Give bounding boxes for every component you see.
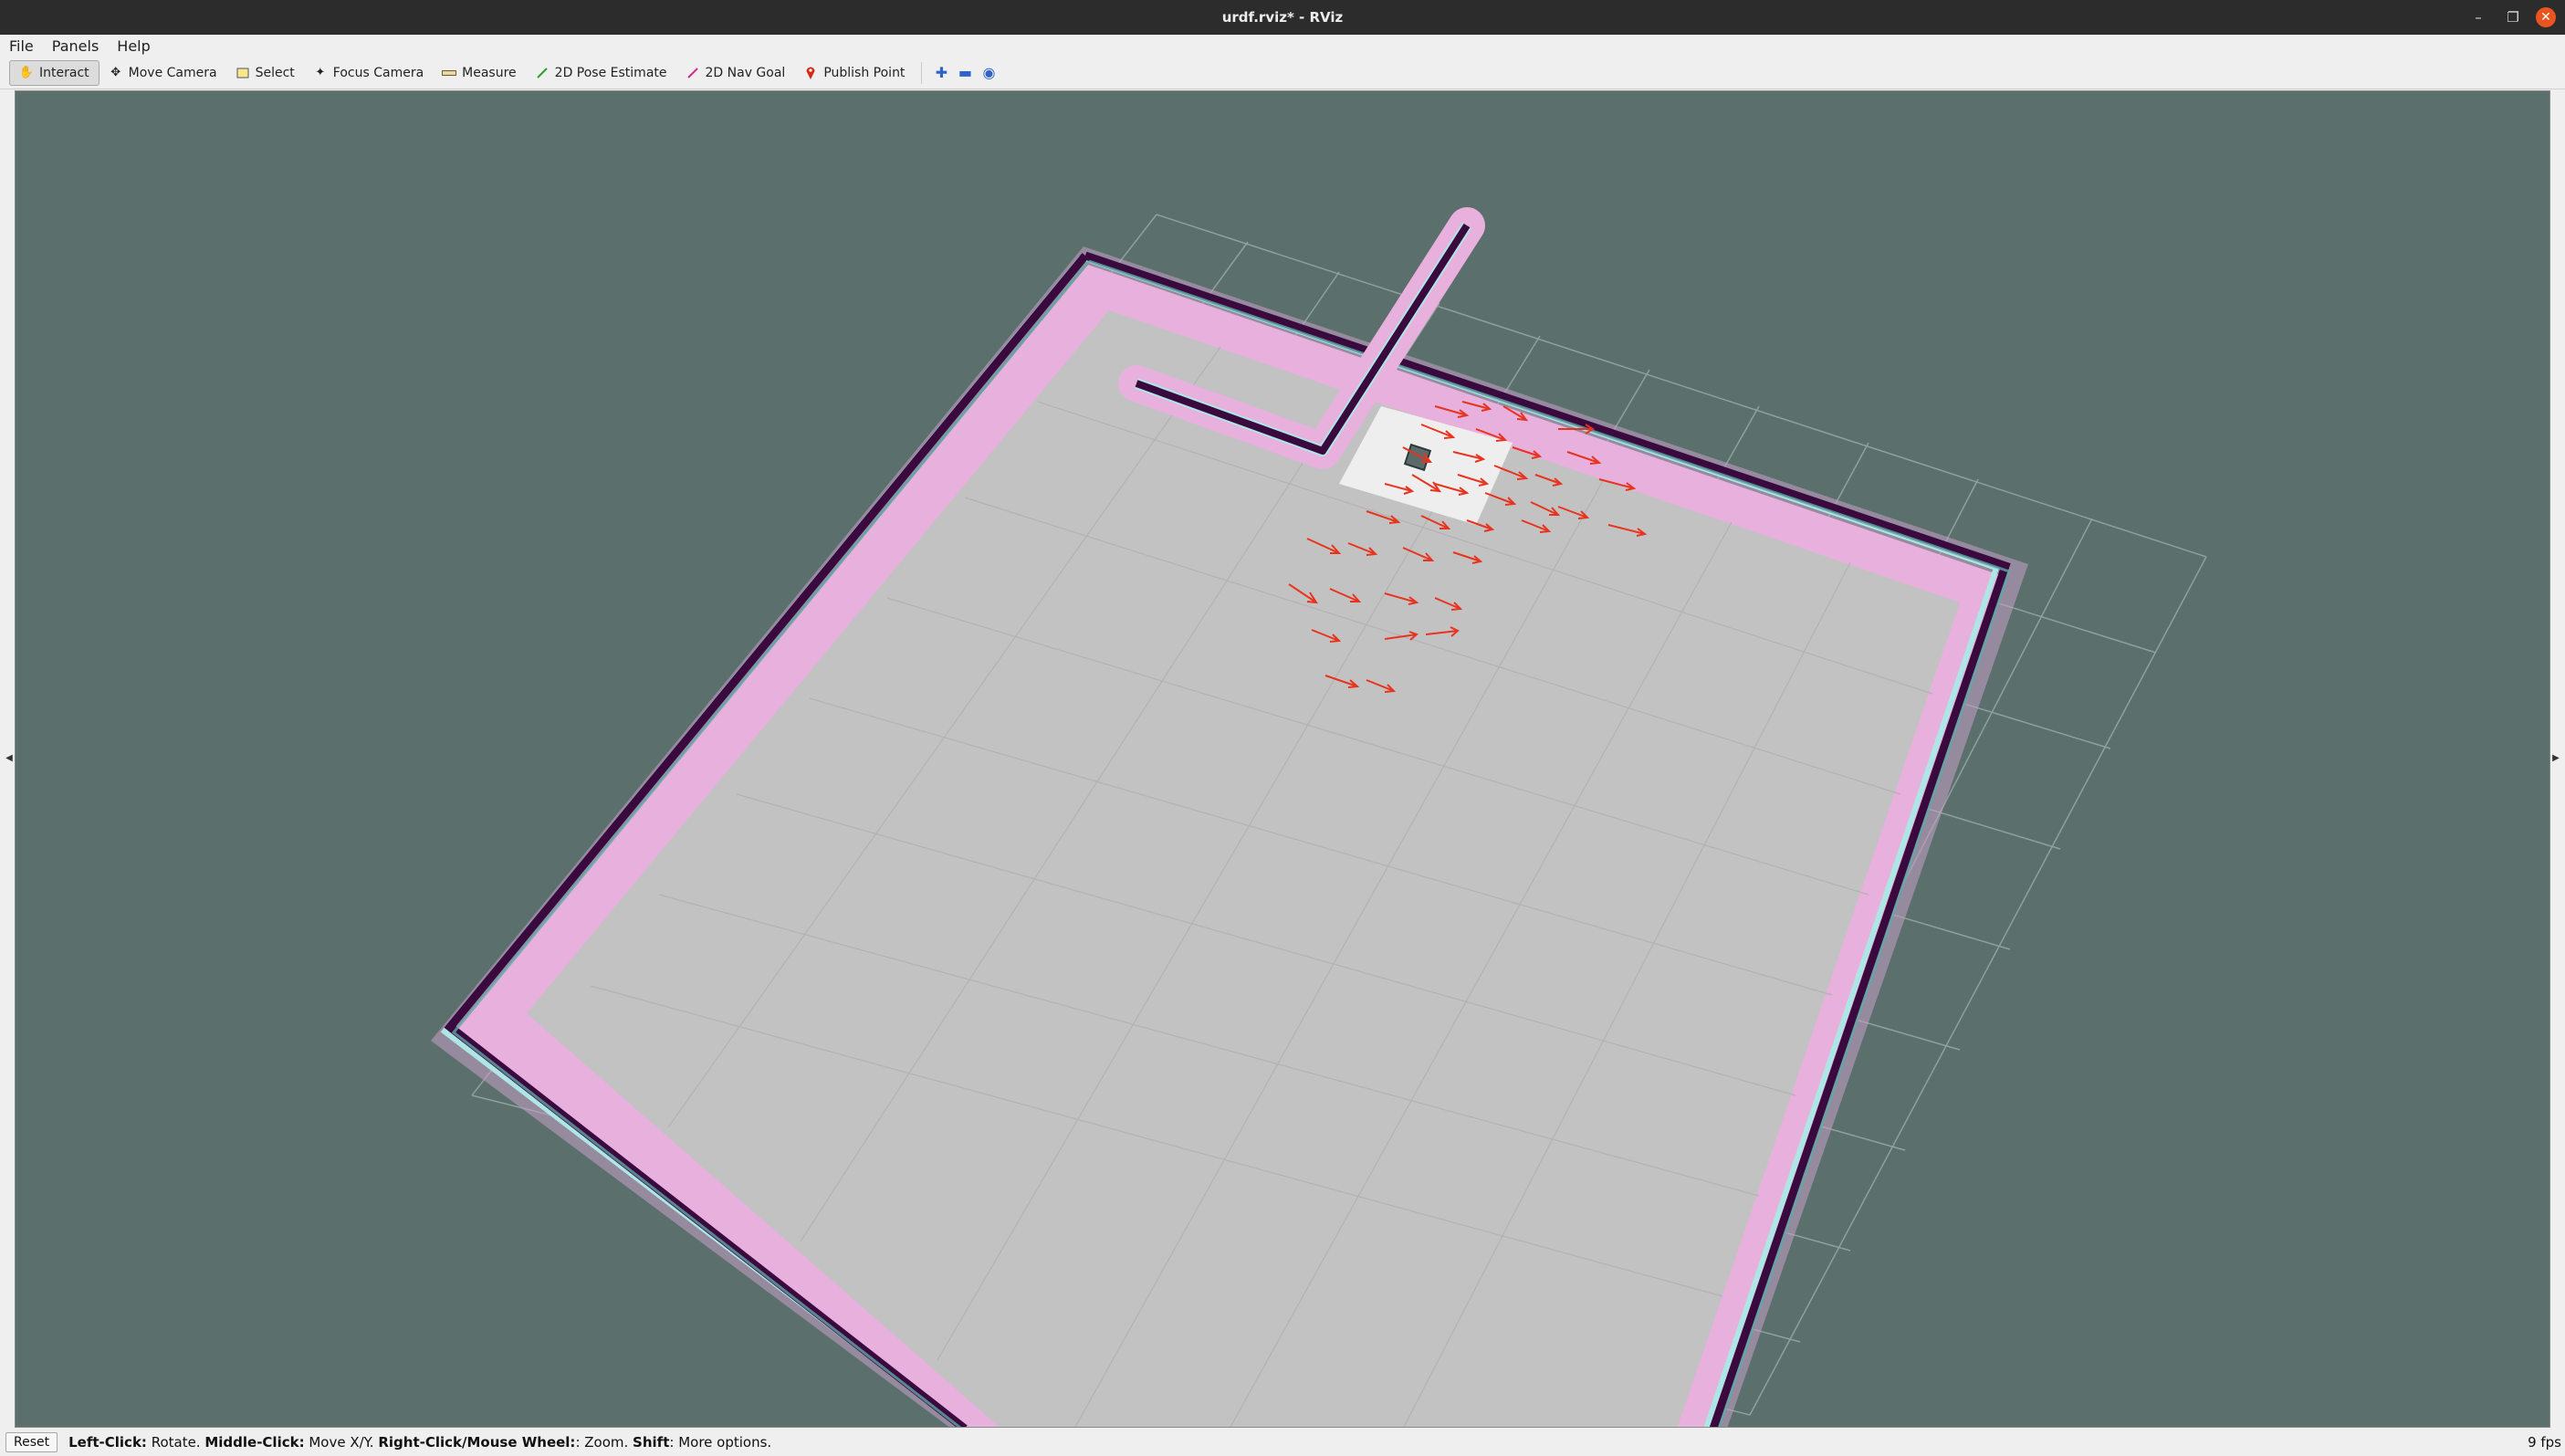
menu-help[interactable]: Help bbox=[108, 37, 159, 55]
hint-left-click-text: Rotate. bbox=[146, 1434, 205, 1451]
tool-2d-nav-goal-label: 2D Nav Goal bbox=[705, 65, 786, 80]
green-arrow-icon bbox=[535, 66, 550, 80]
ruler-icon bbox=[442, 66, 457, 80]
tool-properties-icon[interactable]: ◉ bbox=[977, 61, 1000, 85]
add-tool-icon[interactable]: ✚ bbox=[929, 61, 953, 85]
menu-file[interactable]: File bbox=[0, 37, 43, 55]
tool-2d-pose-estimate[interactable]: 2D Pose Estimate bbox=[526, 60, 676, 86]
toolbar-separator bbox=[921, 61, 923, 84]
red-pin-icon bbox=[803, 66, 818, 80]
menu-panels[interactable]: Panels bbox=[43, 37, 109, 55]
focus-camera-icon: ✦ bbox=[315, 66, 326, 79]
left-panel-collapse-icon[interactable]: ◀ bbox=[5, 749, 13, 767]
tool-publish-point[interactable]: Publish Point bbox=[794, 60, 914, 86]
select-box-icon bbox=[236, 66, 250, 80]
tool-publish-point-label: Publish Point bbox=[823, 65, 906, 80]
tool-focus-camera-label: Focus Camera bbox=[332, 65, 424, 80]
remove-tool-icon[interactable]: ▬ bbox=[953, 61, 977, 85]
tool-select-label: Select bbox=[255, 65, 295, 80]
window-titlebar: urdf.rviz* - RViz – ❐ ✕ bbox=[0, 0, 2565, 35]
tool-2d-pose-estimate-label: 2D Pose Estimate bbox=[554, 65, 667, 80]
tool-select[interactable]: Select bbox=[226, 60, 304, 86]
hint-shift-text: : More options. bbox=[669, 1434, 772, 1451]
right-panel-collapse-icon[interactable]: ▶ bbox=[2552, 749, 2560, 767]
tool-interact[interactable]: ✋ Interact bbox=[9, 59, 99, 86]
restore-icon[interactable]: ❐ bbox=[2501, 5, 2525, 29]
window-controls: – ❐ ✕ bbox=[2466, 0, 2556, 35]
status-bar: Reset Left-Click: Rotate. Middle-Click: … bbox=[0, 1429, 2565, 1456]
tool-focus-camera[interactable]: ✦ Focus Camera bbox=[304, 60, 433, 86]
hint-right-click-key: Right-Click/Mouse Wheel: bbox=[378, 1434, 576, 1451]
pink-arrow-icon bbox=[686, 66, 700, 80]
tool-measure-label: Measure bbox=[462, 65, 517, 80]
window-title: urdf.rviz* - RViz bbox=[1221, 9, 1344, 26]
hint-right-click-text: : Zoom. bbox=[575, 1434, 633, 1451]
hint-middle-click-key: Middle-Click: bbox=[204, 1434, 305, 1451]
3d-viewport[interactable] bbox=[15, 90, 2550, 1428]
tool-bar: ✋ Interact ✥ Move Camera Select ✦ Focus … bbox=[0, 57, 2565, 89]
mouse-hint: Left-Click: Rotate. Middle-Click: Move X… bbox=[68, 1434, 771, 1451]
reset-button[interactable]: Reset bbox=[5, 1432, 58, 1452]
fps-readout: 9 fps bbox=[2528, 1434, 2561, 1451]
move-camera-icon: ✥ bbox=[110, 66, 121, 79]
hand-icon: ✋ bbox=[18, 66, 35, 79]
minimize-icon[interactable]: – bbox=[2466, 5, 2490, 29]
hint-shift-key: Shift bbox=[633, 1434, 670, 1451]
tool-measure[interactable]: Measure bbox=[433, 60, 526, 86]
menu-bar: File Panels Help bbox=[0, 35, 2565, 57]
close-icon[interactable]: ✕ bbox=[2536, 7, 2556, 27]
hint-middle-click-text: Move X/Y. bbox=[304, 1434, 379, 1451]
tool-move-camera-label: Move Camera bbox=[128, 65, 217, 80]
tool-move-camera[interactable]: ✥ Move Camera bbox=[99, 60, 226, 86]
tool-2d-nav-goal[interactable]: 2D Nav Goal bbox=[676, 60, 795, 86]
tool-interact-label: Interact bbox=[39, 65, 89, 80]
map-render[interactable] bbox=[16, 91, 2550, 1428]
hint-left-click-key: Left-Click: bbox=[68, 1434, 147, 1451]
